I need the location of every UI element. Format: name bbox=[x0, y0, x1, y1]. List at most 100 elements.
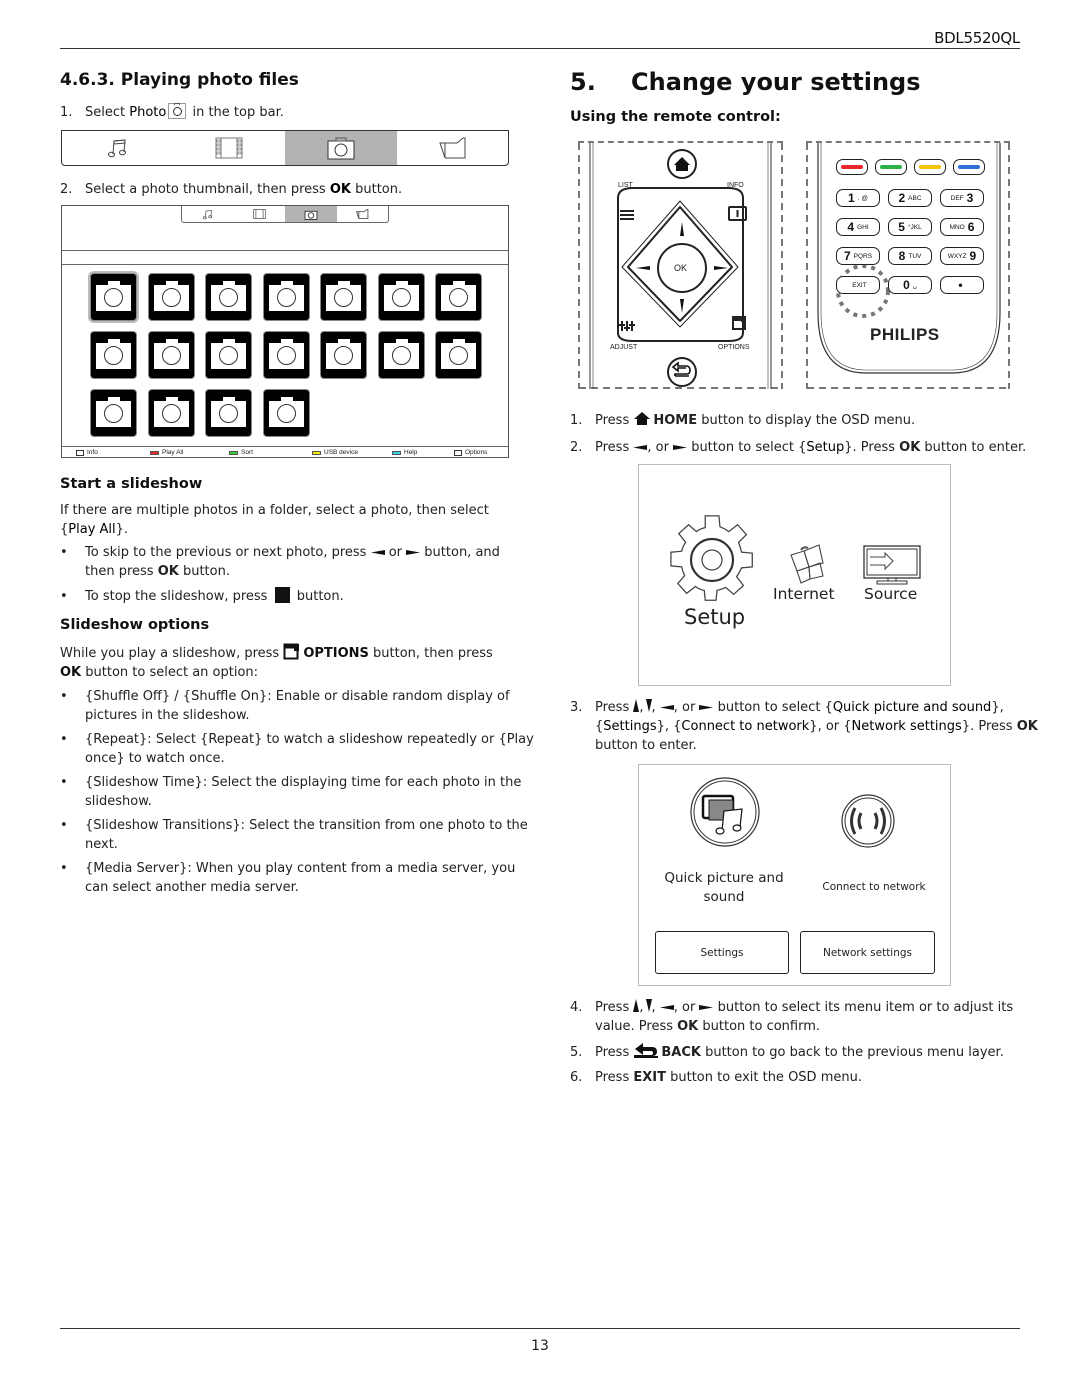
slideshow-intro: If there are multiple photos in a folder… bbox=[60, 501, 510, 539]
quick-picture-sound-icon[interactable] bbox=[689, 776, 761, 848]
media-tab-video[interactable] bbox=[234, 206, 286, 222]
text: Press bbox=[595, 700, 634, 715]
step-number: 2. bbox=[60, 182, 73, 197]
ok-keyword: OK bbox=[1016, 719, 1038, 734]
legend-item[interactable]: Options bbox=[454, 449, 487, 456]
gear-icon[interactable] bbox=[668, 515, 758, 605]
media-tab-video[interactable] bbox=[174, 131, 286, 165]
media-tab-photo[interactable] bbox=[285, 206, 337, 222]
text: or bbox=[384, 545, 407, 560]
media-tab-photo[interactable] bbox=[285, 131, 397, 165]
color-key-icon bbox=[392, 450, 401, 455]
photo-thumbnail[interactable] bbox=[205, 331, 252, 379]
keypad-button[interactable]: 1. @ bbox=[836, 189, 880, 207]
camera-icon bbox=[168, 103, 187, 119]
key-letters: ABC bbox=[908, 194, 922, 202]
legend-label: Info bbox=[87, 449, 98, 456]
photo-thumbnail[interactable] bbox=[377, 331, 425, 379]
keypad-button[interactable]: 2 ABC bbox=[888, 189, 932, 207]
step-text: Press , or button to select {Setup}. Pre… bbox=[595, 438, 1026, 457]
photo-thumbnail[interactable] bbox=[262, 331, 310, 379]
keypad-button[interactable]: • bbox=[940, 276, 984, 294]
legend-item[interactable]: USB device bbox=[312, 449, 358, 456]
text: }. Press bbox=[961, 719, 1017, 734]
legend-item[interactable]: Sort bbox=[229, 449, 253, 456]
legend-item[interactable]: Help bbox=[392, 449, 417, 456]
color-key-button[interactable] bbox=[914, 159, 946, 175]
photo-thumbnail[interactable] bbox=[90, 273, 137, 321]
photo-thumbnail[interactable] bbox=[262, 389, 310, 437]
step-text: Select a photo thumbnail, then press OK … bbox=[85, 180, 402, 199]
step-number: 3. bbox=[570, 700, 583, 715]
photo-thumbnail[interactable] bbox=[262, 273, 310, 321]
adjust-label: ADJUST bbox=[610, 344, 638, 351]
color-key-button[interactable] bbox=[836, 159, 868, 175]
key-letters: MNO bbox=[949, 223, 965, 231]
options-heading: Slideshow options bbox=[60, 617, 210, 633]
keypad-button[interactable]: 7 PQRS bbox=[836, 247, 880, 265]
left-arrow-icon bbox=[659, 705, 674, 710]
photo-thumbnail[interactable] bbox=[147, 331, 195, 379]
media-tab-folder[interactable] bbox=[397, 131, 509, 165]
left-arrow-icon bbox=[633, 445, 648, 450]
text: sound bbox=[703, 889, 745, 905]
photo-thumbnail[interactable] bbox=[435, 273, 482, 321]
photo-thumbnail[interactable] bbox=[320, 273, 367, 321]
ok-keyword: OK bbox=[60, 665, 82, 680]
connect-network-icon[interactable] bbox=[840, 793, 896, 849]
option-item: • {Slideshow Time}: Select the displaying… bbox=[60, 773, 521, 813]
photo-thumbnail[interactable] bbox=[90, 389, 137, 437]
section-title: 4.6.3. Playing photo files bbox=[60, 70, 299, 90]
keypad-button[interactable]: MNO 6 bbox=[940, 218, 984, 236]
legend-item[interactable]: Play All bbox=[150, 449, 183, 456]
camera-lens bbox=[391, 346, 411, 365]
up-arrow-icon bbox=[633, 699, 640, 712]
keypad-button[interactable]: 8 TUV bbox=[888, 247, 932, 265]
media-tab-music[interactable] bbox=[182, 206, 234, 222]
text: Press bbox=[595, 1070, 634, 1085]
down-arrow-icon bbox=[645, 699, 652, 712]
keypad-button[interactable]: DEF 3 bbox=[940, 189, 984, 207]
bullet-text: To skip to the previous or next photo, p… bbox=[85, 543, 500, 581]
color-key-button[interactable] bbox=[953, 159, 985, 175]
key-digit: 6 bbox=[967, 220, 975, 234]
photo-thumbnail[interactable] bbox=[435, 331, 482, 379]
ok-keyword: OK bbox=[899, 440, 921, 455]
photo-thumbnail[interactable] bbox=[90, 331, 137, 379]
legend-item[interactable]: Info bbox=[76, 449, 98, 456]
camera-lens bbox=[276, 346, 296, 365]
camera-lens bbox=[276, 404, 296, 423]
photo-thumbnail[interactable] bbox=[205, 273, 252, 321]
keypad-button[interactable]: 0 ␣ bbox=[888, 276, 932, 294]
text: }. bbox=[115, 522, 129, 537]
color-bar bbox=[880, 165, 902, 169]
remote-keypad-drawing bbox=[806, 143, 1010, 389]
left-arrow-icon bbox=[659, 1005, 674, 1010]
network-settings-button[interactable]: Network settings bbox=[800, 931, 935, 974]
back-keyword: BACK bbox=[661, 1045, 701, 1060]
media-tab-folder[interactable] bbox=[337, 206, 389, 222]
option-text: {Slideshow Transitions}: Select the tran… bbox=[85, 816, 528, 854]
color-key-button[interactable] bbox=[875, 159, 907, 175]
photo-thumbnail[interactable] bbox=[147, 389, 195, 437]
text: {Repeat}: Select {Repeat} to watch a sli… bbox=[85, 732, 534, 747]
settings-button[interactable]: Settings bbox=[655, 931, 789, 974]
photo-thumbnail[interactable] bbox=[377, 273, 425, 321]
media-tab-music[interactable] bbox=[62, 131, 174, 165]
text: button to display the OSD menu. bbox=[697, 413, 916, 428]
keypad-button[interactable]: EXIT bbox=[836, 276, 880, 294]
keypad-button[interactable]: 4 GHI bbox=[836, 218, 880, 236]
text: button to select { bbox=[687, 440, 807, 455]
keypad-button[interactable]: WXYZ 9 bbox=[940, 247, 984, 265]
osd-setup-menu: Quick picture and sound Connect to networ… bbox=[638, 764, 951, 986]
photo-thumbnail[interactable] bbox=[205, 389, 252, 437]
home-keyword: HOME bbox=[653, 413, 698, 428]
photo-thumbnail[interactable] bbox=[320, 331, 367, 379]
text: pictures in the slideshow. bbox=[85, 708, 250, 723]
keypad-button[interactable]: 5 °JKL bbox=[888, 218, 932, 236]
internet-icon[interactable] bbox=[787, 543, 827, 587]
slideshow-heading: Start a slideshow bbox=[60, 476, 203, 492]
info-icon bbox=[76, 449, 84, 456]
photo-thumbnail[interactable] bbox=[147, 273, 195, 321]
bullet-text: To stop the slideshow, press button. bbox=[85, 587, 344, 606]
